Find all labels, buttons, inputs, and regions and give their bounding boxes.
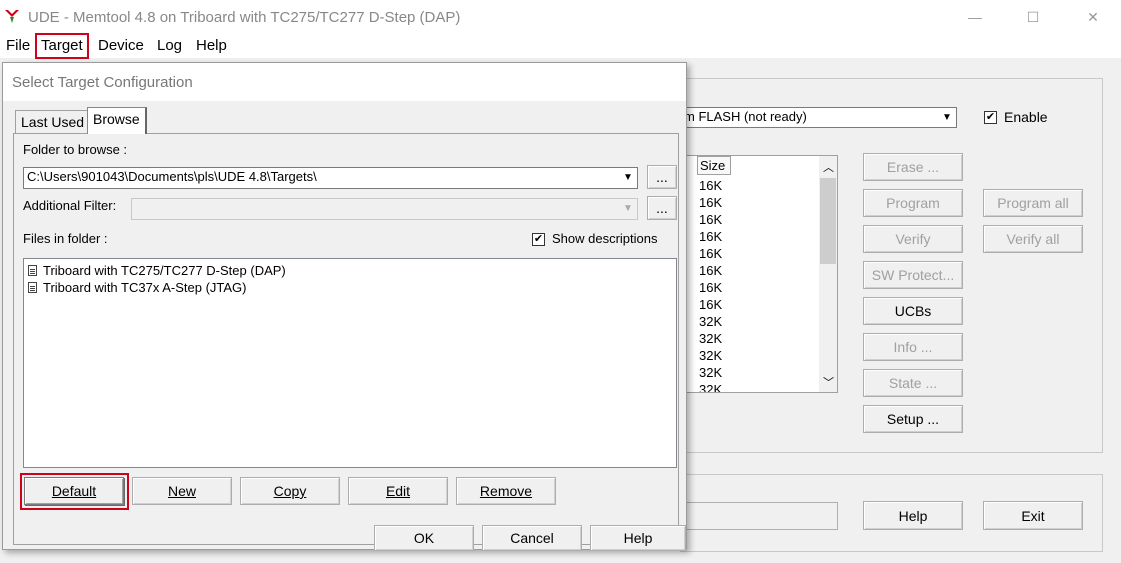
- sector-size-cell: 32K: [699, 365, 723, 380]
- chevron-down-icon: ▼: [942, 111, 952, 123]
- close-button[interactable]: ✕: [1070, 0, 1116, 34]
- program-all-button[interactable]: Program all: [983, 189, 1083, 217]
- sector-size-cell: 16K: [699, 195, 723, 210]
- copy-button-label: Copy: [273, 483, 307, 499]
- filter-label: Additional Filter:: [23, 198, 117, 213]
- window-title: UDE - Memtool 4.8 on Triboard with TC275…: [28, 9, 461, 26]
- erase-button[interactable]: Erase ...: [863, 153, 963, 181]
- sw-protect-button[interactable]: SW Protect...: [863, 261, 963, 289]
- sector-size-cell: 16K: [699, 212, 723, 227]
- dialog-title: Select Target Configuration: [12, 74, 193, 91]
- edit-button-label: Edit: [385, 483, 411, 499]
- close-icon: ✕: [1087, 8, 1099, 25]
- sector-list-scrollbar[interactable]: ︿ ﹀: [819, 156, 837, 392]
- document-icon: [28, 282, 37, 293]
- files-label: Files in folder :: [23, 231, 108, 246]
- enable-label: Enable: [1004, 109, 1048, 125]
- document-icon: [28, 265, 37, 276]
- dialog-help-button[interactable]: Help: [590, 525, 686, 551]
- sector-size-cell: 16K: [699, 297, 723, 312]
- verify-all-button[interactable]: Verify all: [983, 225, 1083, 253]
- show-descriptions-checkbox[interactable]: ✔: [532, 233, 545, 246]
- app-logo-icon: [5, 10, 19, 23]
- ok-button[interactable]: OK: [374, 525, 474, 551]
- enable-checkbox[interactable]: ✔: [984, 111, 997, 124]
- chevron-down-icon: ▼: [623, 172, 633, 183]
- chevron-down-icon: ▼: [623, 203, 633, 214]
- sector-size-cell: 16K: [699, 178, 723, 193]
- size-column-header[interactable]: Size: [697, 156, 731, 175]
- list-item[interactable]: Triboard with TC275/TC277 D-Step (DAP): [28, 263, 286, 278]
- minimize-button[interactable]: —: [952, 0, 998, 34]
- info-button[interactable]: Info ...: [863, 333, 963, 361]
- list-item[interactable]: Triboard with TC37x A-Step (JTAG): [28, 280, 247, 295]
- setup-button[interactable]: Setup ...: [863, 405, 963, 433]
- main-help-button[interactable]: Help: [863, 501, 963, 530]
- ucbs-button[interactable]: UCBs: [863, 297, 963, 325]
- sector-size-cell: 16K: [699, 229, 723, 244]
- menu-device[interactable]: Device: [96, 36, 146, 58]
- edit-button[interactable]: Edit: [348, 477, 448, 505]
- program-button[interactable]: Program: [863, 189, 963, 217]
- tab-last-used[interactable]: Last Used: [15, 110, 91, 134]
- file-name: Triboard with TC37x A-Step (JTAG): [43, 280, 247, 295]
- filter-combo[interactable]: ▼: [131, 198, 638, 220]
- browse-folder-button[interactable]: ...: [647, 165, 677, 189]
- remove-button[interactable]: Remove: [456, 477, 556, 505]
- folder-combo[interactable]: C:\Users\901043\Documents\pls\UDE 4.8\Ta…: [23, 167, 638, 189]
- sector-size-cell: 32K: [699, 348, 723, 363]
- sector-size-cell: 16K: [699, 263, 723, 278]
- flash-device-combo[interactable]: m FLASH (not ready) ▼: [680, 107, 957, 128]
- sector-size-cell: 32K: [699, 331, 723, 346]
- new-button-label: New: [167, 483, 196, 499]
- default-button-label: Default: [51, 483, 97, 499]
- folder-label: Folder to browse :: [23, 142, 128, 157]
- file-name: Triboard with TC275/TC277 D-Step (DAP): [43, 263, 286, 278]
- flash-device-value: m FLASH (not ready): [684, 109, 807, 124]
- maximize-button[interactable]: ☐: [1010, 0, 1056, 34]
- menu-target[interactable]: Target: [35, 33, 89, 59]
- cancel-button[interactable]: Cancel: [482, 525, 582, 551]
- menu-log[interactable]: Log: [155, 36, 184, 58]
- select-target-dialog: Select Target Configuration Last Used Br…: [2, 62, 687, 551]
- new-button[interactable]: New: [132, 477, 232, 505]
- menu-help[interactable]: Help: [194, 36, 229, 58]
- default-button[interactable]: Default: [24, 477, 124, 505]
- scroll-down-icon[interactable]: ﹀: [823, 374, 834, 390]
- menu-file[interactable]: File: [4, 36, 32, 58]
- remove-button-label: Remove: [479, 483, 533, 499]
- sector-size-cell: 16K: [699, 280, 723, 295]
- sector-size-cell: 16K: [699, 246, 723, 261]
- maximize-icon: ☐: [1026, 8, 1040, 25]
- sector-size-cell: 32K: [699, 382, 723, 393]
- tab-browse[interactable]: Browse: [87, 107, 147, 134]
- state-button[interactable]: State ...: [863, 369, 963, 397]
- filter-browse-button[interactable]: ...: [647, 196, 677, 220]
- sector-size-cell: 32K: [699, 314, 723, 329]
- show-descriptions-label: Show descriptions: [552, 231, 658, 246]
- minimize-icon: —: [968, 9, 982, 25]
- status-field: [680, 502, 838, 530]
- scrollbar-thumb[interactable]: [820, 178, 836, 264]
- scroll-up-icon[interactable]: ︿: [823, 159, 834, 175]
- files-list[interactable]: Triboard with TC275/TC277 D-Step (DAP) T…: [23, 258, 677, 468]
- folder-value: C:\Users\901043\Documents\pls\UDE 4.8\Ta…: [27, 169, 317, 184]
- verify-button[interactable]: Verify: [863, 225, 963, 253]
- copy-button[interactable]: Copy: [240, 477, 340, 505]
- sector-list[interactable]: Size 16K 16K 16K 16K 16K 16K 16K 16K 32K 32K 32K 32…: [686, 155, 838, 393]
- exit-button[interactable]: Exit: [983, 501, 1083, 530]
